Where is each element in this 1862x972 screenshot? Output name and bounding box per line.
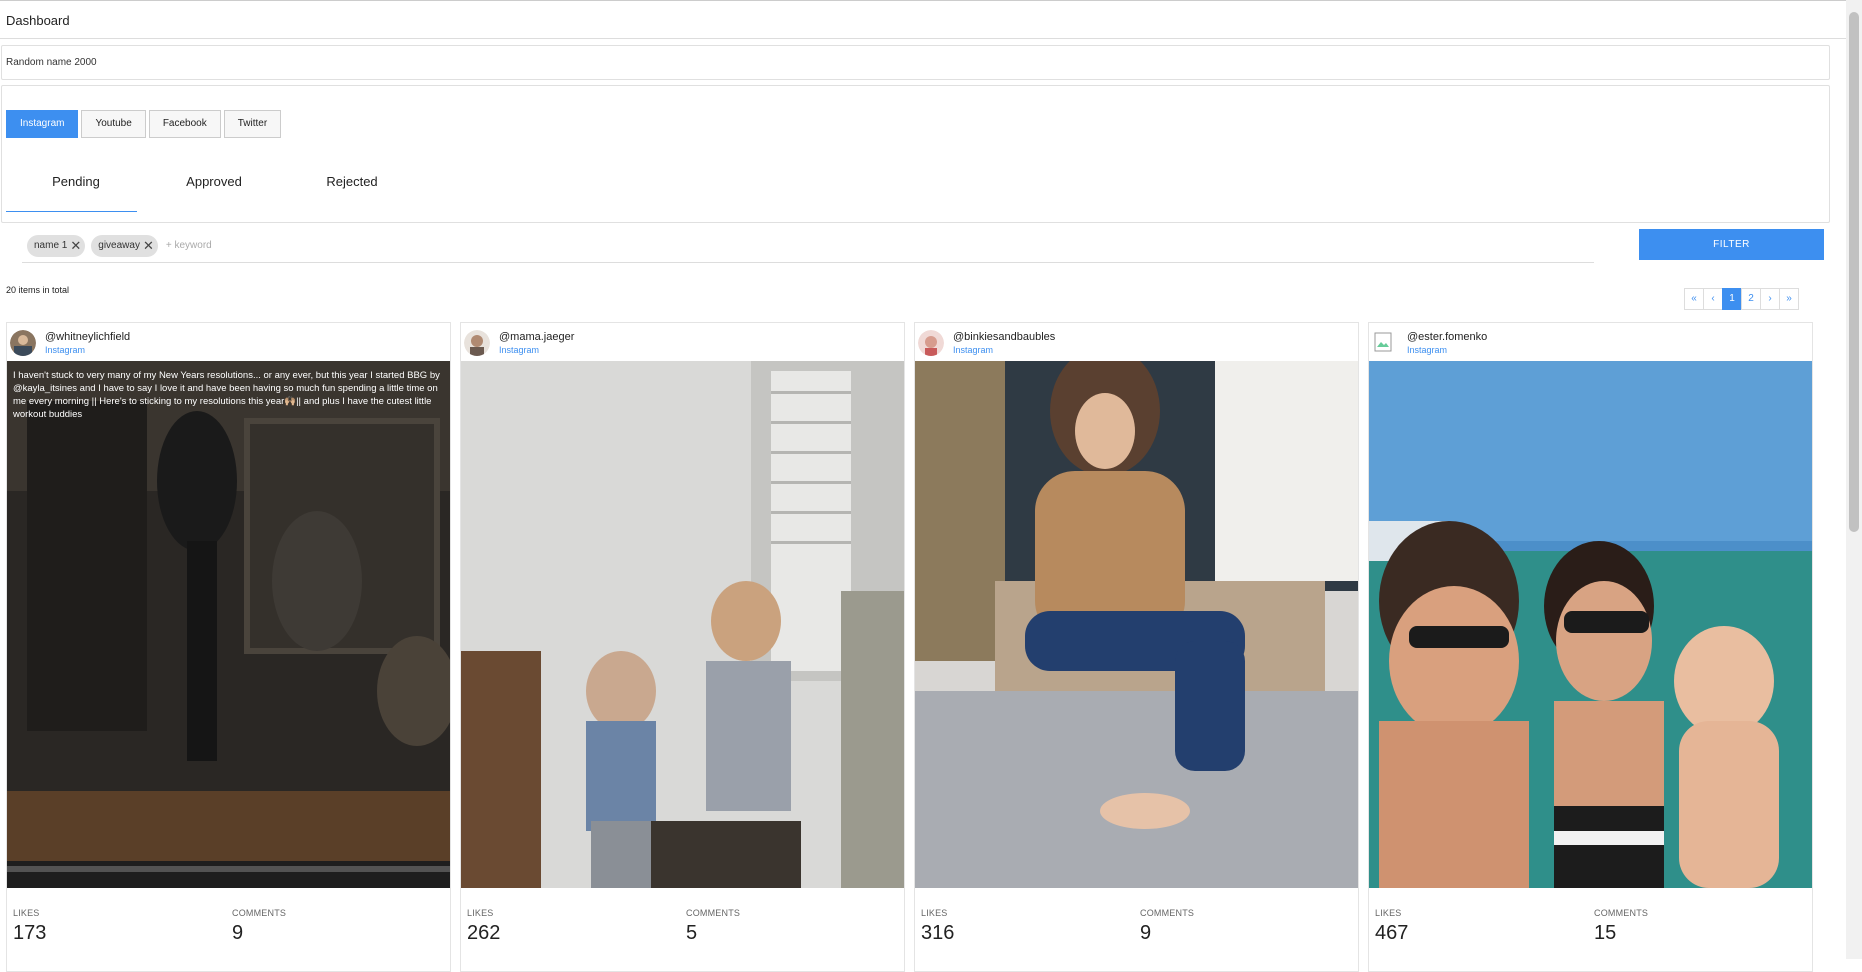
comments-label: COMMENTS xyxy=(1140,908,1195,918)
status-tabs: Pending Approved Rejected xyxy=(6,170,422,212)
platform-panel: Instagram Youtube Facebook Twitter Pendi… xyxy=(1,85,1830,223)
page-1-button[interactable]: 1 xyxy=(1722,288,1742,310)
keyword-chip: giveaway ✕ xyxy=(91,234,158,257)
post-platform: Instagram xyxy=(499,345,540,355)
chip-label: giveaway xyxy=(98,240,140,251)
close-icon[interactable]: ✕ xyxy=(143,239,154,252)
scrollbar-thumb[interactable] xyxy=(1849,12,1859,532)
comments-label: COMMENTS xyxy=(232,908,287,918)
comments-count: 15 xyxy=(1594,922,1617,944)
likes-count: 316 xyxy=(921,922,955,944)
likes-label: LIKES xyxy=(467,908,494,918)
likes-count: 173 xyxy=(13,922,47,944)
page-title: Dashboard xyxy=(6,13,70,28)
avatar xyxy=(464,330,490,356)
next-page-button[interactable]: › xyxy=(1760,288,1780,310)
likes-label: LIKES xyxy=(1375,908,1402,918)
prev-page-button[interactable]: ‹ xyxy=(1703,288,1723,310)
tab-pending[interactable]: Pending xyxy=(6,170,146,212)
campaign-name: Random name 2000 xyxy=(6,57,97,68)
avatar xyxy=(10,330,36,356)
post-platform: Instagram xyxy=(953,345,994,355)
tab-youtube[interactable]: Youtube xyxy=(81,110,146,138)
comments-count: 9 xyxy=(232,922,244,944)
likes-label: LIKES xyxy=(921,908,948,918)
keyword-chip: name 1 ✕ xyxy=(27,234,86,257)
comments-label: COMMENTS xyxy=(1594,908,1649,918)
campaign-name-panel: Random name 2000 xyxy=(1,45,1830,80)
post-card[interactable]: @whitneylichfield Instagram I haven't st… xyxy=(6,322,451,972)
tab-approved[interactable]: Approved xyxy=(146,170,282,212)
items-total: 20 items in total xyxy=(6,285,70,295)
post-platform: Instagram xyxy=(1407,345,1448,355)
likes-label: LIKES xyxy=(13,908,40,918)
post-handle[interactable]: @ester.fomenko xyxy=(1407,331,1487,343)
tab-rejected[interactable]: Rejected xyxy=(282,170,422,212)
tab-twitter[interactable]: Twitter xyxy=(223,110,282,138)
keyword-input[interactable]: + keyword xyxy=(166,240,212,251)
post-image[interactable] xyxy=(915,361,1358,888)
app-header: Dashboard xyxy=(0,1,1846,39)
comments-count: 5 xyxy=(686,922,698,944)
pagination: « ‹ 1 2 › » xyxy=(1684,288,1799,310)
scrollbar[interactable] xyxy=(1846,0,1862,959)
tab-facebook[interactable]: Facebook xyxy=(148,110,221,138)
likes-count: 262 xyxy=(467,922,501,944)
avatar-broken-image-icon xyxy=(1372,330,1398,356)
post-card[interactable]: @ester.fomenko Instagram LIKES 467 COMME… xyxy=(1368,322,1813,972)
first-page-button[interactable]: « xyxy=(1684,288,1704,310)
platform-tabs: Instagram Youtube Facebook Twitter xyxy=(6,110,282,138)
filter-button[interactable]: FILTER xyxy=(1639,229,1824,260)
tab-instagram[interactable]: Instagram xyxy=(6,110,79,138)
post-handle[interactable]: @binkiesandbaubles xyxy=(953,331,1055,343)
post-caption: I haven't stuck to very many of my New Y… xyxy=(13,370,440,420)
post-image[interactable] xyxy=(1369,361,1812,888)
comments-label: COMMENTS xyxy=(686,908,741,918)
chip-label: name 1 xyxy=(34,240,68,251)
keyword-filter-field[interactable]: name 1 ✕ giveaway ✕ + keyword xyxy=(22,229,1594,263)
likes-count: 467 xyxy=(1375,922,1409,944)
avatar xyxy=(918,330,944,356)
post-handle[interactable]: @mama.jaeger xyxy=(499,331,574,343)
page-2-button[interactable]: 2 xyxy=(1741,288,1761,310)
post-image[interactable]: I haven't stuck to very many of my New Y… xyxy=(7,361,450,888)
post-platform: Instagram xyxy=(45,345,86,355)
last-page-button[interactable]: » xyxy=(1779,288,1799,310)
comments-count: 9 xyxy=(1140,922,1152,944)
close-icon[interactable]: ✕ xyxy=(70,239,81,252)
post-card[interactable]: @binkiesandbaubles Instagram LIKES 316 C… xyxy=(914,322,1359,972)
post-handle[interactable]: @whitneylichfield xyxy=(45,331,130,343)
post-card[interactable]: @mama.jaeger Instagram LIKES 262 COMMENT… xyxy=(460,322,905,972)
post-image[interactable] xyxy=(461,361,904,888)
